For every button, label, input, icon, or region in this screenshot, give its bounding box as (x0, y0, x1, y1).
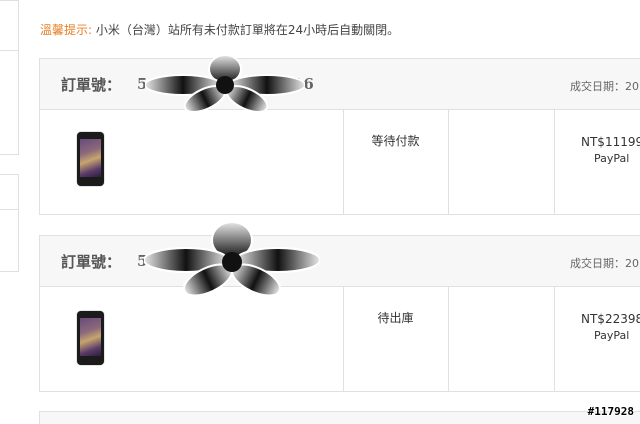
column-divider (448, 287, 449, 391)
sidebar-divider (0, 209, 18, 210)
column-divider (343, 110, 344, 214)
column-divider (554, 110, 555, 214)
payment-method: PayPal (594, 152, 630, 165)
order-price: NT$22398 (581, 312, 640, 326)
order-list-page: 溫馨提示: 小米（台灣）站所有未付款訂單將在24小時后自動關閉。 訂單號： 5 … (0, 0, 640, 424)
order-number-label: 訂單號： (61, 76, 122, 94)
payment-method: PayPal (594, 329, 630, 342)
order-card: 訂單號： 5 26 成交日期：20 等待付款 NT$11199 PayPal (39, 55, 640, 215)
column-divider (448, 110, 449, 214)
column-divider (343, 287, 344, 391)
notice-label: 溫馨提示: (40, 23, 93, 37)
order-card-partial (39, 411, 640, 424)
sidebar-panel-top (0, 0, 19, 155)
order-date: 成交日期：20 (570, 80, 639, 93)
order-body: 待出庫 NT$22398 PayPal (40, 287, 640, 391)
order-number-tail: 26 (292, 75, 315, 93)
sidebar-divider (0, 50, 18, 51)
order-body: 等待付款 NT$11199 PayPal (40, 110, 640, 214)
order-header: 訂單號： 5 成交日期：20 (40, 222, 640, 297)
watermark: #117928 (587, 405, 634, 418)
order-number-value[interactable]: 5 (137, 252, 148, 270)
phone-screen (80, 318, 101, 356)
order-status: 待出庫 (377, 311, 414, 325)
product-thumbnail[interactable] (77, 311, 104, 365)
column-divider (554, 287, 555, 391)
order-date: 成交日期：20 (570, 257, 639, 270)
notice-text: 小米（台灣）站所有未付款訂單將在24小時后自動關閉。 (95, 23, 400, 37)
order-status: 等待付款 (371, 134, 420, 148)
phone-screen (80, 139, 101, 177)
product-thumbnail[interactable] (77, 132, 104, 186)
order-card: 訂單號： 5 成交日期：20 待出庫 NT$22398 PayPal (39, 222, 640, 392)
order-number-label: 訂單號： (61, 253, 122, 271)
order-header: 訂單號： 5 26 成交日期：20 (40, 55, 640, 113)
order-price: NT$11199 (581, 135, 640, 149)
redaction-mark (145, 55, 305, 113)
order-number-value[interactable]: 5 (137, 75, 148, 93)
sidebar-panel-bottom (0, 174, 19, 272)
payment-notice: 溫馨提示: 小米（台灣）站所有未付款訂單將在24小時后自動關閉。 (40, 21, 399, 38)
